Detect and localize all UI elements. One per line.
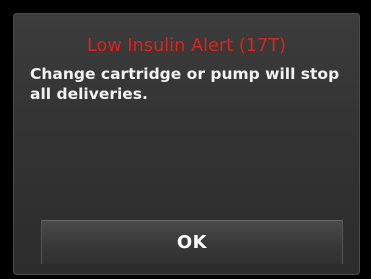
ok-button[interactable]: OK — [41, 220, 343, 264]
alert-message: Change cartridge or pump will stop all d… — [30, 65, 340, 103]
alert-title: Low Insulin Alert (17T) — [87, 36, 286, 56]
ok-button-label: OK — [176, 232, 208, 253]
alert-screen: Low Insulin Alert (17T) Change cartridge… — [13, 13, 360, 275]
